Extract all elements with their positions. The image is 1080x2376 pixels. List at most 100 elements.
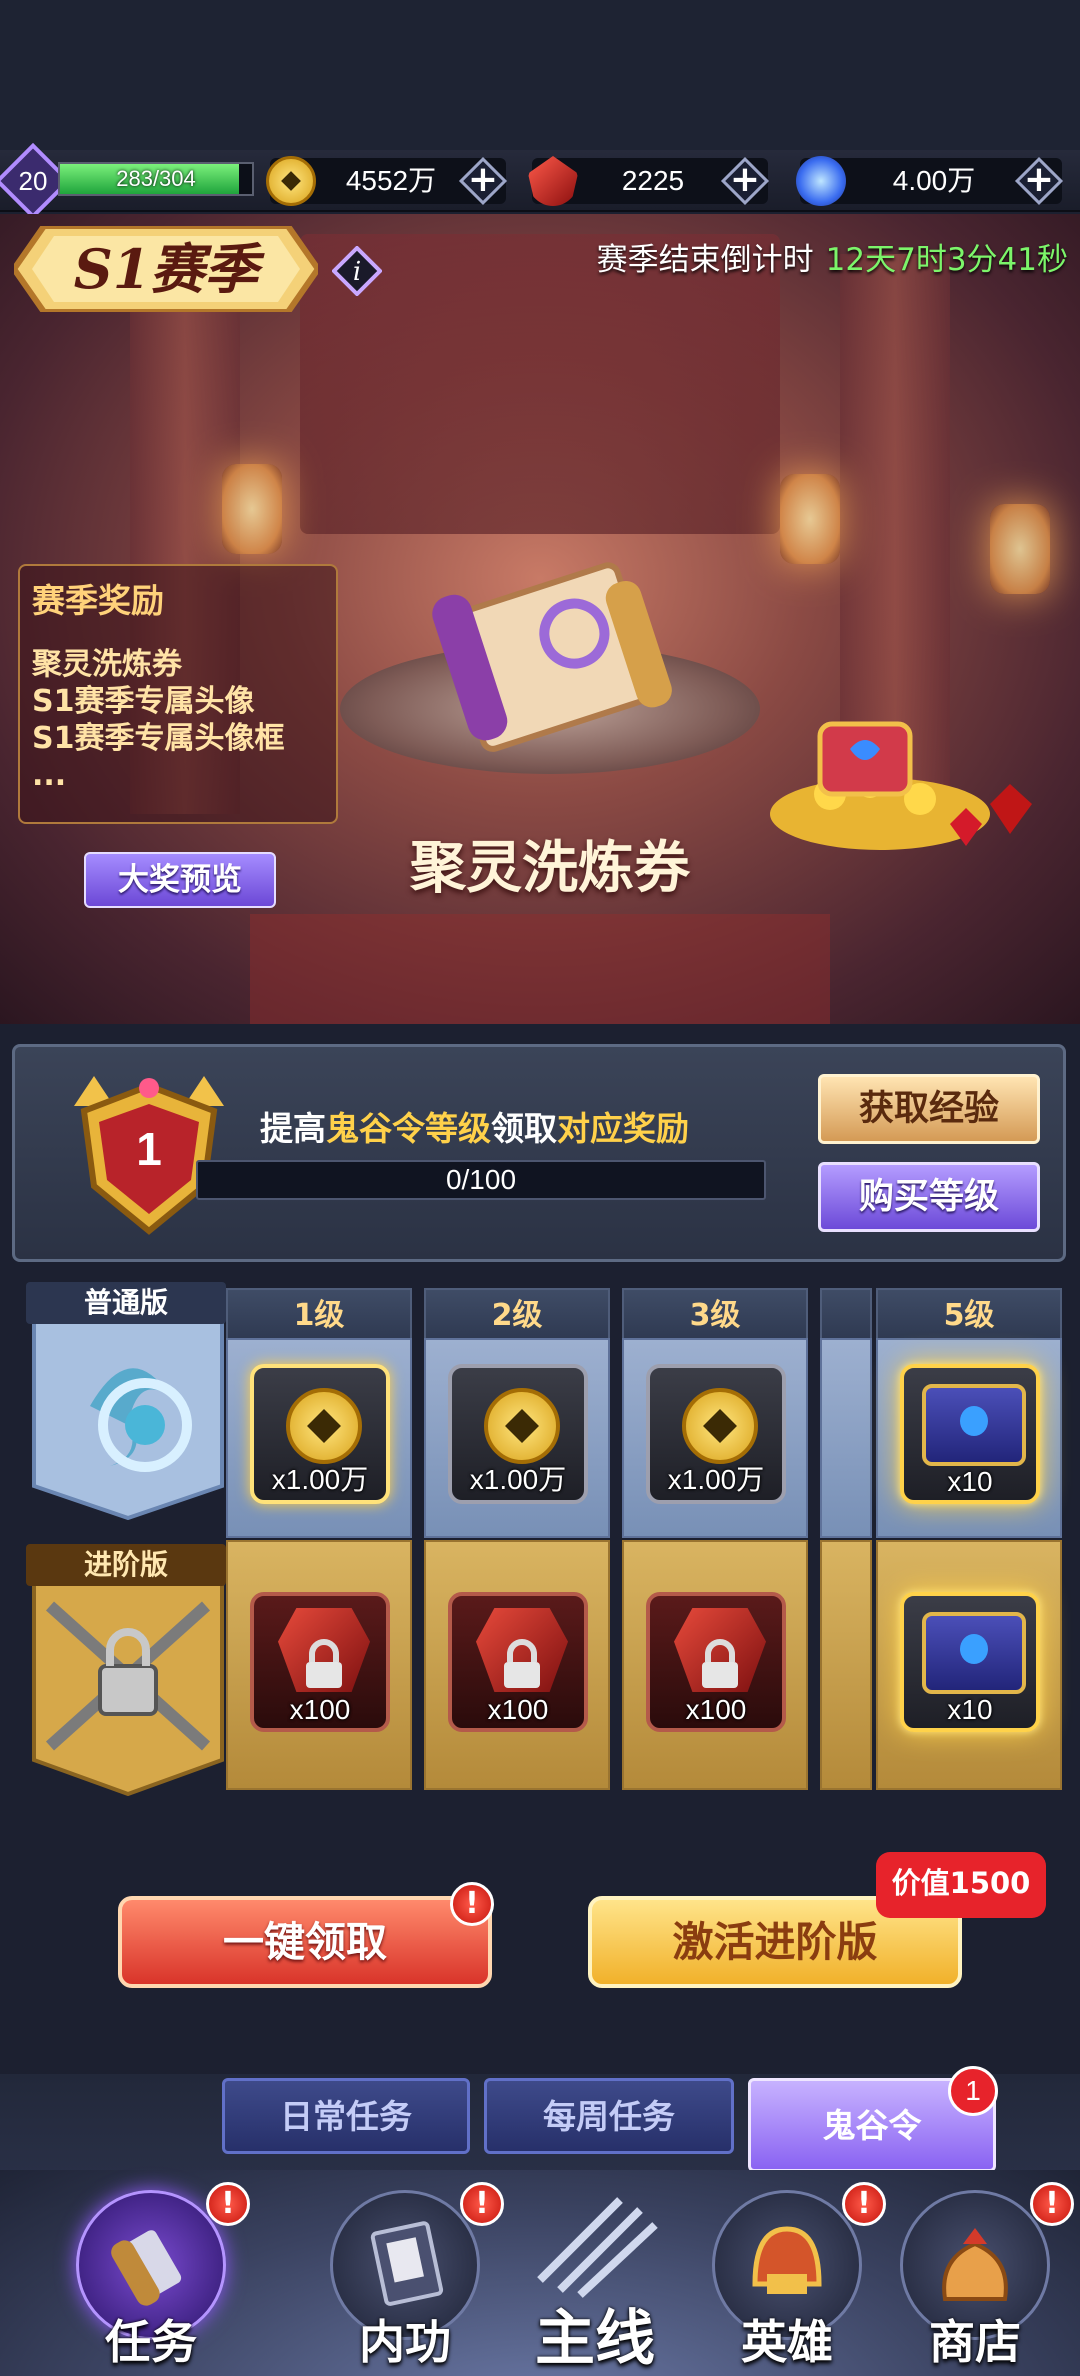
chest-reward-locked[interactable]: x10: [900, 1592, 1040, 1732]
scroll-prize-icon: [432, 562, 672, 752]
reward-item: 聚灵洗炼券: [32, 647, 182, 682]
nav-label: 商店: [929, 2315, 1021, 2369]
gold-resource: 4552万 +: [266, 156, 508, 206]
alert-icon: !: [450, 1882, 494, 1926]
add-crystal-button[interactable]: +: [1014, 156, 1064, 206]
level-column-header: 5级: [876, 1288, 1062, 1340]
add-ruby-button[interactable]: +: [720, 156, 770, 206]
advanced-reward-cell[interactable]: x100: [622, 1540, 808, 1790]
plus-icon: +: [729, 159, 761, 200]
ruby-gem-icon: [528, 156, 578, 206]
plus-icon: +: [467, 159, 499, 200]
normal-reward-cell[interactable]: x1.00万: [226, 1338, 412, 1538]
coin-reward[interactable]: x1.00万: [448, 1364, 588, 1504]
level-column-header: 3级: [622, 1288, 808, 1340]
carpet: [250, 914, 830, 1024]
status-area: [0, 0, 1080, 150]
grand-prize-preview-button[interactable]: 大奖预览: [84, 852, 276, 908]
ruby-reward-locked[interactable]: x100: [250, 1592, 390, 1732]
reward-item: S1赛季专属头像框: [32, 721, 285, 756]
value-tag: 价值1500: [876, 1852, 1046, 1918]
desc-text: 领取: [491, 1109, 557, 1148]
advanced-track-title: 进阶版: [26, 1544, 226, 1586]
lantern-icon: [990, 504, 1050, 594]
bag-icon: [942, 2228, 1008, 2301]
crystal-resource: 4.00万 +: [796, 156, 1064, 206]
reward-qty: x100: [289, 1694, 351, 1725]
nav-label: 英雄: [741, 2315, 833, 2369]
coin-reward[interactable]: x1.00万: [646, 1364, 786, 1504]
tab-badge: 1: [948, 2066, 998, 2116]
nav-inner-power[interactable]: 内功 !: [310, 2182, 504, 2370]
treasure-chest-icon: [922, 1384, 1026, 1466]
nav-main-story[interactable]: 主线: [500, 2190, 690, 2374]
season-title: S1赛季: [73, 237, 259, 301]
gold-coin-icon: [286, 1388, 362, 1464]
nav-shop[interactable]: 商店 !: [880, 2182, 1074, 2370]
lock-icon: [306, 1639, 342, 1688]
resource-bar: 20 283/304 4552万 + 2225 + 4.00万 +: [0, 142, 1080, 220]
gold-coin-icon: [266, 156, 316, 206]
xp-bar: 283/304: [58, 162, 254, 196]
level-column-header-partial: [820, 1288, 872, 1340]
chest-reward[interactable]: x10: [900, 1364, 1040, 1504]
tab-weekly-tasks[interactable]: 每周任务: [484, 2078, 734, 2154]
reward-qty: x1.00万: [469, 1464, 567, 1495]
info-icon[interactable]: i: [332, 246, 382, 296]
advanced-reward-cell[interactable]: x10: [876, 1540, 1062, 1790]
crystal-orb-icon: [796, 156, 846, 206]
lantern-icon: [222, 464, 282, 554]
ruby-reward-locked[interactable]: x100: [448, 1592, 588, 1732]
svg-text:i: i: [353, 257, 361, 287]
coin-reward[interactable]: x1.00万: [250, 1364, 390, 1504]
xp-text: 283/304: [116, 166, 196, 191]
featured-prize-name: 聚灵洗炼券: [410, 836, 690, 901]
season-rewards-box: 赛季奖励 聚灵洗炼券 S1赛季专属头像 S1赛季专属头像框 ...: [18, 564, 338, 824]
reward-qty: x1.00万: [271, 1464, 369, 1495]
pass-progress-bar: 0/100: [196, 1160, 766, 1200]
desc-highlight: 鬼谷令等级: [326, 1109, 491, 1148]
normal-reward-cell-partial[interactable]: [820, 1338, 872, 1538]
normal-track-title: 普通版: [26, 1282, 226, 1324]
helmet-icon: [752, 2226, 822, 2294]
lantern-icon: [780, 474, 840, 564]
player-level: 20: [18, 166, 48, 196]
alert-icon: !: [1030, 2182, 1074, 2226]
gold-coin-icon: [484, 1388, 560, 1464]
nav-label: 主线: [535, 2304, 655, 2374]
get-exp-button[interactable]: 获取经验: [818, 1074, 1040, 1144]
desc-highlight: 对应奖励: [557, 1109, 689, 1148]
countdown-value: 12天7时3分41秒: [825, 242, 1068, 278]
advanced-reward-cell[interactable]: x100: [226, 1540, 412, 1790]
nav-tasks[interactable]: 任务 !: [56, 2182, 250, 2370]
advanced-reward-cell-partial[interactable]: [820, 1540, 872, 1790]
season-banner: S1赛季 i 赛季结束倒计时 12天7时3分41秒 赛季奖励 聚灵洗炼券 S1赛季…: [0, 214, 1080, 1024]
tab-daily-tasks[interactable]: 日常任务: [222, 2078, 470, 2154]
level-description: 提高鬼谷令等级领取对应奖励: [260, 1102, 689, 1150]
ruby-reward-locked[interactable]: x100: [646, 1592, 786, 1732]
claw-icon: [537, 2197, 658, 2298]
reward-item: S1赛季专属头像: [32, 684, 255, 719]
level-column-header: 1级: [226, 1288, 412, 1340]
normal-reward-cell[interactable]: x1.00万: [424, 1338, 610, 1538]
alert-icon: !: [206, 2182, 250, 2226]
nav-heroes[interactable]: 英雄 !: [692, 2182, 886, 2370]
crystal-value: 4.00万: [892, 165, 976, 196]
ruby-value: 2225: [621, 165, 685, 196]
buy-level-button[interactable]: 购买等级: [818, 1162, 1040, 1232]
scroll-icon: [111, 2230, 182, 2306]
gold-coin-icon: [682, 1388, 758, 1464]
pass-level-number: 1: [136, 1123, 162, 1175]
normal-reward-cell[interactable]: x1.00万: [622, 1338, 808, 1538]
nav-label: 内功: [359, 2315, 451, 2369]
claim-all-button[interactable]: 一键领取: [118, 1896, 492, 1988]
book-icon: [370, 2221, 444, 2306]
add-gold-button[interactable]: +: [458, 156, 508, 206]
countdown-label: 赛季结束倒计时: [596, 242, 814, 278]
pass-progress-text: 0/100: [445, 1164, 517, 1195]
desc-text: 提高: [260, 1109, 326, 1148]
alert-icon: !: [460, 2182, 504, 2226]
advanced-reward-cell[interactable]: x100: [424, 1540, 610, 1790]
normal-reward-cell[interactable]: x10: [876, 1338, 1062, 1538]
reward-item: ...: [32, 758, 67, 793]
